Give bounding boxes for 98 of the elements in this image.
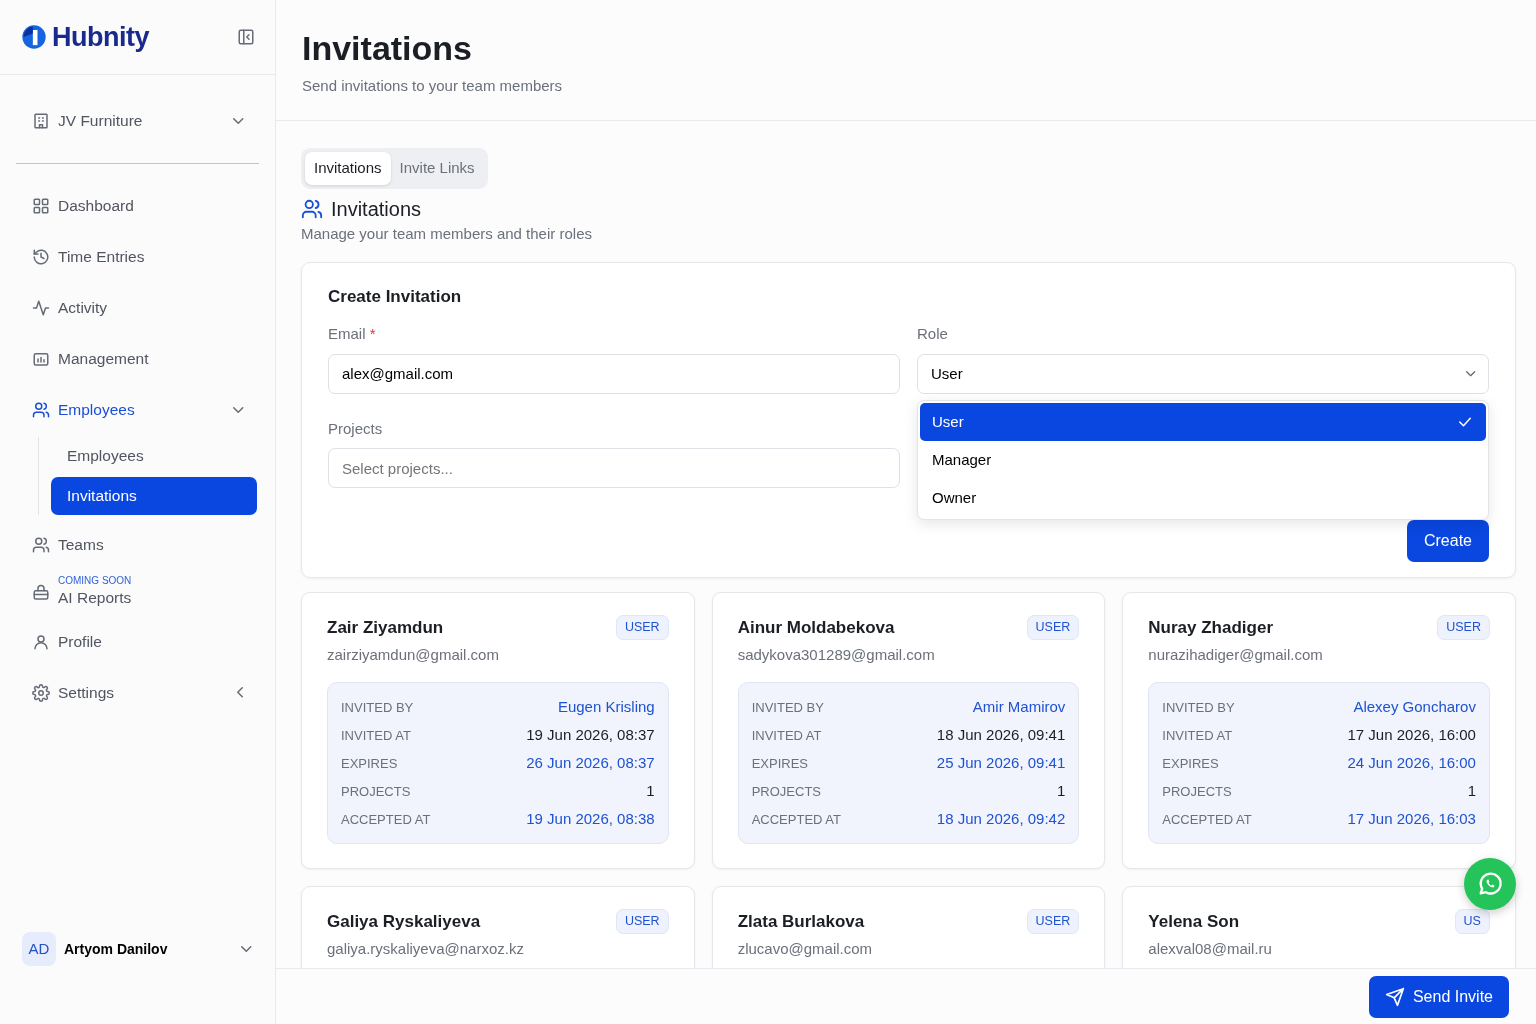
- detail-label: EXPIRES: [751, 754, 808, 773]
- member-email: nurazihadiger@gmail.com: [1148, 644, 1324, 665]
- chevron-down-icon: [1465, 371, 1475, 377]
- detail-label: PROJECTS: [751, 782, 821, 801]
- detail-value: Eugen Krisling: [557, 697, 655, 718]
- chevron-down-icon: [232, 117, 243, 124]
- member-name: Zair Ziyamdun: [327, 617, 444, 640]
- role-option[interactable]: Manager: [920, 440, 1486, 479]
- people-icon: [32, 535, 50, 554]
- role-badge: US: [1454, 909, 1490, 935]
- projects-label: Projects: [328, 418, 384, 439]
- people-icon: [301, 197, 323, 220]
- member-name: Galiya Ryskaliyeva: [327, 911, 481, 934]
- detail-label: INVITED AT: [341, 726, 411, 745]
- detail-label: INVITED BY: [1162, 698, 1235, 717]
- member-email: galiya.ryskaliyeva@narxoz.kz: [327, 938, 525, 959]
- detail-value: 25 Jun 2026, 09:41: [936, 753, 1066, 774]
- detail-value: 1: [1467, 781, 1476, 802]
- role-badge: USER: [615, 909, 669, 935]
- detail-label: PROJECTS: [1162, 782, 1232, 801]
- member-email: zairziyamdun@gmail.com: [327, 644, 500, 665]
- settings-icon: [32, 683, 50, 702]
- nav-item[interactable]: Activity: [0, 282, 275, 333]
- detail-value: 17 Jun 2026, 16:00: [1347, 725, 1476, 746]
- section-title: Invitations: [331, 196, 422, 221]
- role-badge: USER: [1437, 615, 1490, 641]
- tab[interactable]: Invite Links: [390, 152, 484, 185]
- user-menu[interactable]: AD Artyom Danilov: [0, 932, 275, 1024]
- send-icon: [1384, 986, 1405, 1007]
- grid-icon: [32, 196, 50, 215]
- page-subtitle: Send invitations to your team members: [302, 76, 564, 97]
- member-name: Zlata Burlakova: [737, 911, 865, 934]
- role-badge: USER: [615, 615, 669, 641]
- nav-item[interactable]: Teams: [0, 519, 275, 570]
- tab[interactable]: Invitations: [305, 152, 391, 185]
- nav-subitem[interactable]: Employees: [51, 437, 257, 475]
- pulse-icon: [32, 298, 50, 317]
- nav-item[interactable]: COMING SOON AI Reports: [0, 570, 275, 616]
- sidebar-toggle-icon: [237, 28, 255, 46]
- detail-label: EXPIRES: [341, 754, 398, 773]
- member-email: alexval08@mail.ru: [1148, 938, 1273, 959]
- member-name: Ainur Moldabekova: [737, 617, 895, 640]
- logo-icon: [20, 23, 48, 51]
- detail-label: INVITED AT: [1162, 726, 1233, 745]
- detail-value: 18 Jun 2026, 09:42: [936, 809, 1066, 830]
- role-label: Role: [917, 324, 949, 345]
- section-subtitle: Manage your team members and their roles: [301, 223, 593, 244]
- send-invite-button[interactable]: Send Invite: [1368, 975, 1509, 1018]
- detail-value: 17 Jun 2026, 16:03: [1347, 809, 1476, 830]
- people-icon: [32, 400, 50, 419]
- role-option[interactable]: User: [920, 402, 1486, 441]
- member-name: Nuray Zhadiger: [1148, 617, 1273, 640]
- nav-item[interactable]: Employees: [0, 384, 275, 435]
- detail-label: ACCEPTED AT: [341, 810, 431, 829]
- detail-value: 19 Jun 2026, 08:38: [526, 809, 655, 830]
- nav-item[interactable]: Time Entries: [0, 231, 275, 282]
- nav-item[interactable]: Management: [0, 333, 275, 384]
- create-button[interactable]: Create: [1406, 520, 1489, 563]
- clock-icon: [32, 247, 50, 266]
- nav-item[interactable]: Settings: [0, 667, 275, 718]
- building-icon: [32, 111, 50, 130]
- detail-value: Alexey Goncharov: [1353, 697, 1476, 718]
- detail-value: 18 Jun 2026, 09:41: [936, 725, 1066, 746]
- chevron-down-icon: [240, 946, 251, 952]
- detail-value: 24 Jun 2026, 16:00: [1347, 753, 1476, 774]
- role-select[interactable]: User: [917, 353, 1489, 394]
- brand-name: Hubnity: [52, 20, 149, 54]
- briefcase-icon: [32, 584, 50, 602]
- detail-label: PROJECTS: [341, 782, 411, 801]
- detail-label: ACCEPTED AT: [751, 810, 841, 829]
- detail-value: 19 Jun 2026, 08:37: [526, 725, 655, 746]
- detail-label: ACCEPTED AT: [1162, 810, 1252, 829]
- email-field[interactable]: alex@gmail.com: [328, 353, 900, 394]
- email-label: Email *: [328, 324, 377, 345]
- projects-field[interactable]: Select projects...: [328, 448, 900, 489]
- collapse-sidebar-button[interactable]: [237, 28, 255, 46]
- detail-value: Amir Mamirov: [972, 697, 1066, 718]
- person-icon: [32, 632, 50, 651]
- workspace-selector[interactable]: JV Furniture: [0, 95, 275, 146]
- role-badge: USER: [1026, 909, 1080, 935]
- detail-value: 1: [1056, 781, 1066, 802]
- detail-value: 26 Jun 2026, 08:37: [526, 753, 655, 774]
- member-email: sadykova301289@gmail.com: [737, 644, 936, 665]
- detail-label: INVITED BY: [751, 698, 824, 717]
- detail-label: EXPIRES: [1162, 754, 1219, 773]
- nav-item[interactable]: Profile: [0, 616, 275, 667]
- role-badge: USER: [1026, 615, 1080, 641]
- detail-value: 1: [646, 781, 655, 802]
- member-name: Yelena Son: [1148, 911, 1239, 934]
- member-email: zlucavo@gmail.com: [737, 938, 874, 959]
- form-title: Create Invitation: [328, 287, 463, 308]
- nav-subitem[interactable]: Invitations: [51, 477, 257, 515]
- role-option[interactable]: Owner: [920, 478, 1486, 517]
- page-title: Invitations: [302, 30, 474, 68]
- detail-label: INVITED AT: [751, 726, 822, 745]
- detail-label: INVITED BY: [341, 698, 414, 717]
- nav-item[interactable]: Dashboard: [0, 180, 275, 231]
- user-avatar: AD: [22, 932, 56, 966]
